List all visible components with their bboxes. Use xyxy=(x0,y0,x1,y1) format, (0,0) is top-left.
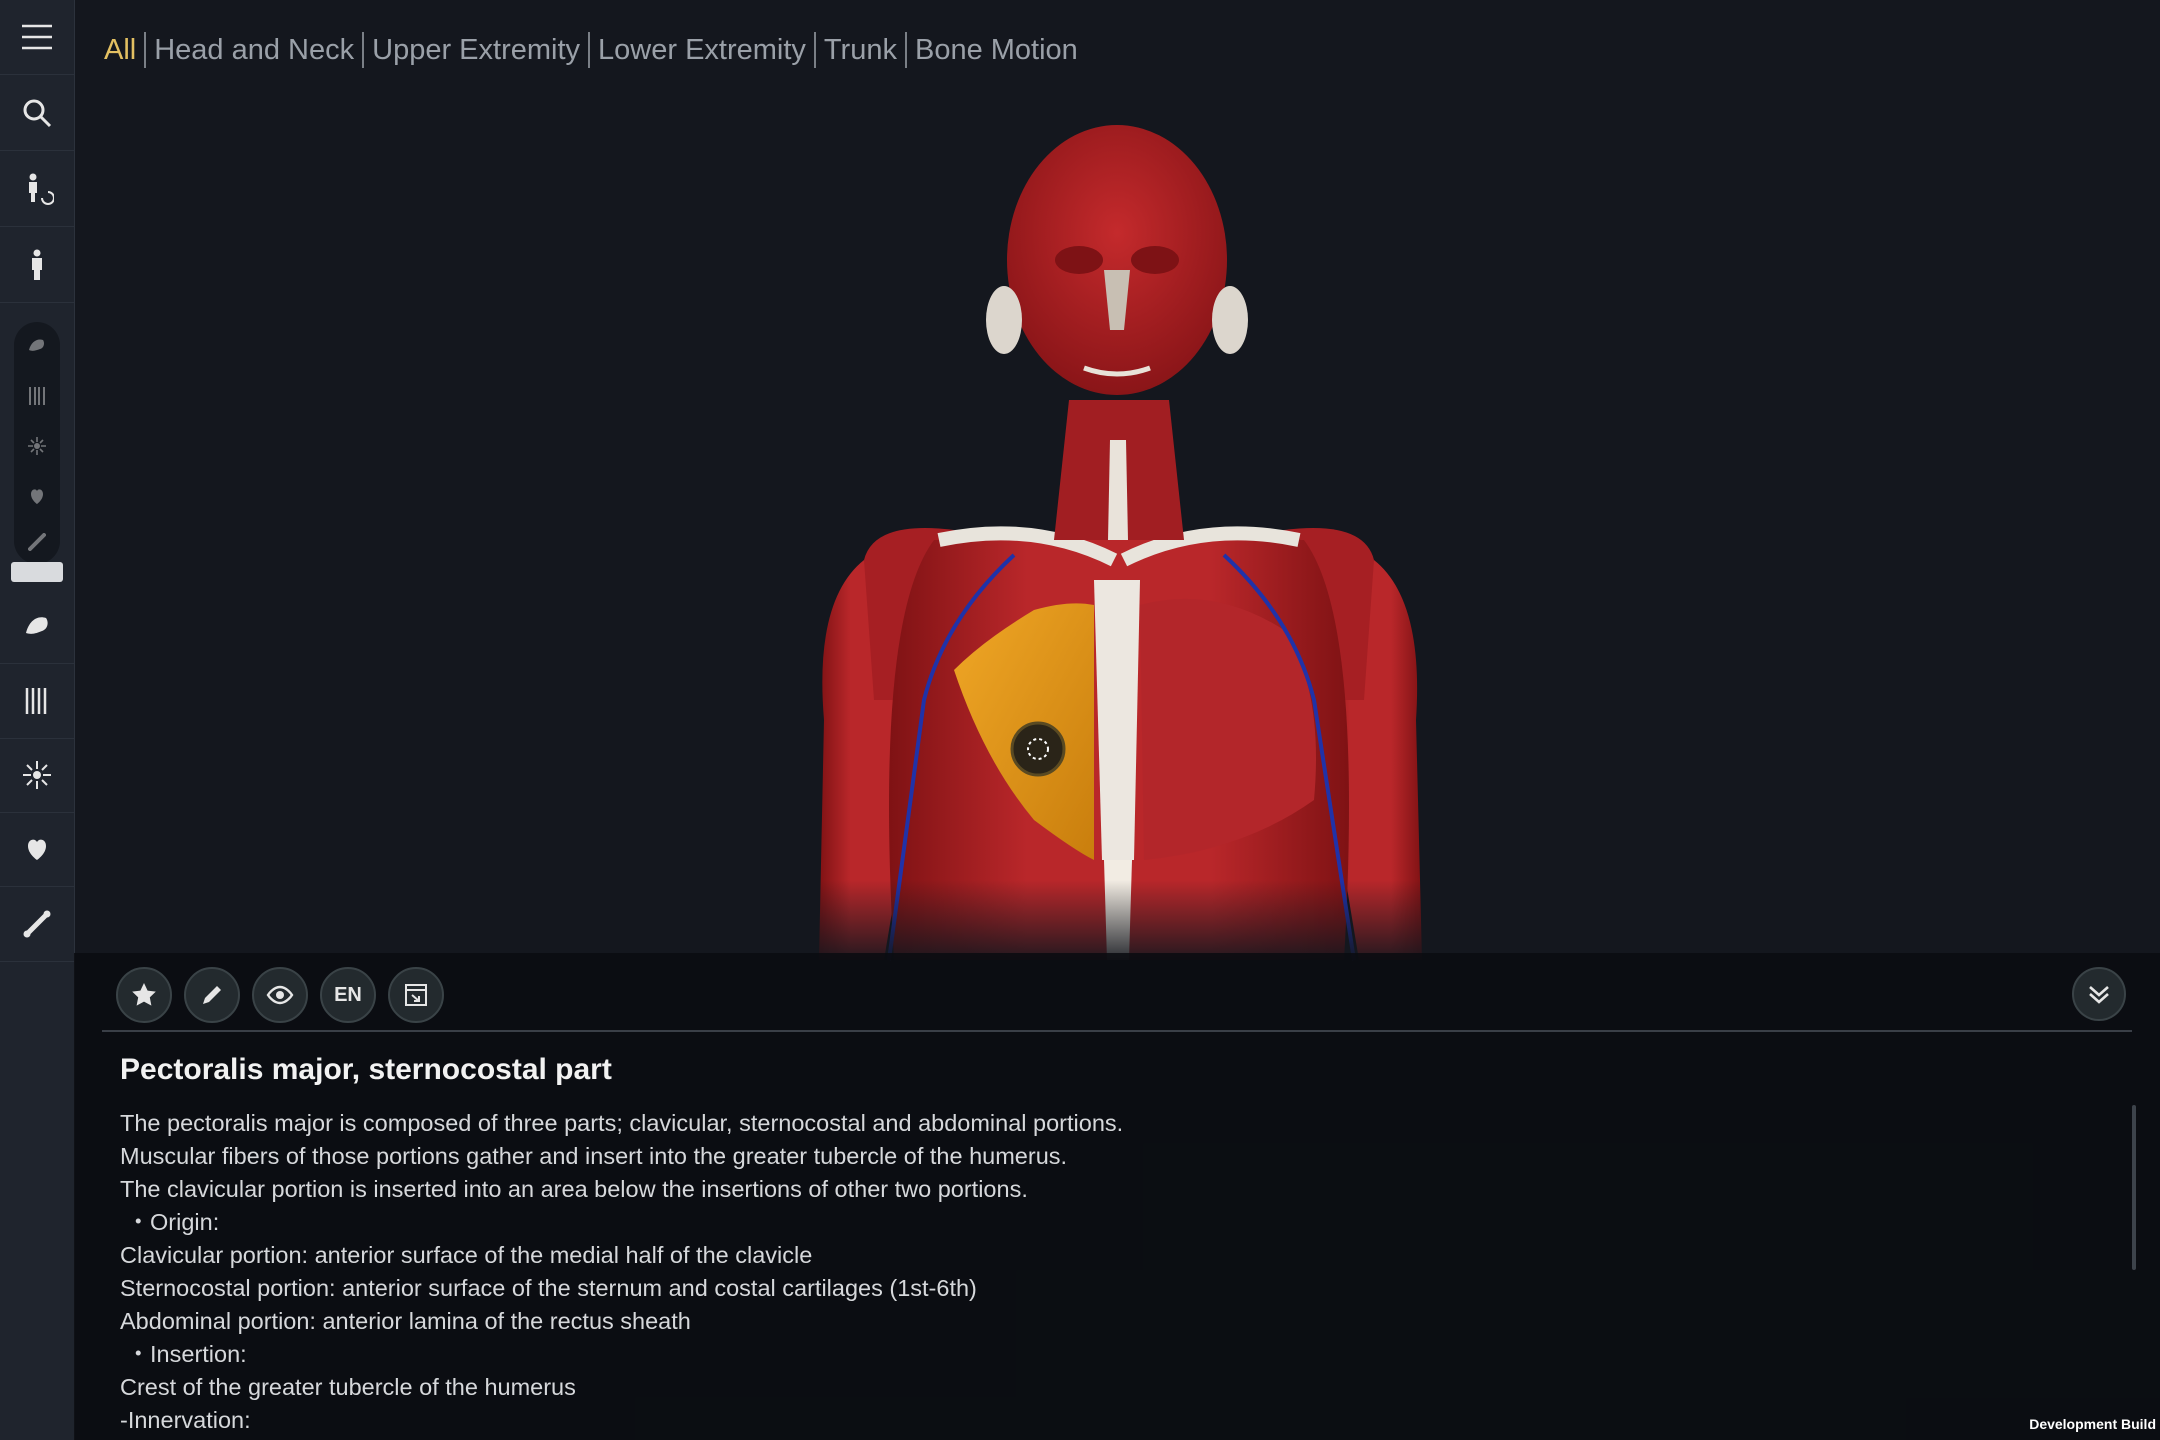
double-chevron-down-icon xyxy=(2089,986,2109,1004)
layer-opacity-group xyxy=(14,322,60,564)
collapse-panel-button[interactable] xyxy=(2072,967,2126,1021)
tab-lower-extremity[interactable]: Lower Extremity xyxy=(590,30,814,70)
fascia-layer-button[interactable] xyxy=(0,664,74,739)
insertion-heading: ・Insertion: xyxy=(120,1341,247,1367)
language-button[interactable]: EN xyxy=(320,967,376,1023)
bone-layer-small[interactable] xyxy=(14,522,60,562)
tab-bone-motion[interactable]: Bone Motion xyxy=(907,30,1086,70)
muscle-icon xyxy=(29,339,44,351)
tab-head-and-neck[interactable]: Head and Neck xyxy=(146,30,362,70)
origin-heading: ・Origin: xyxy=(120,1209,220,1235)
description-line: Muscular fibers of those portions gather… xyxy=(120,1143,1068,1169)
fascia-icon xyxy=(29,387,45,405)
standing-body-icon xyxy=(32,249,42,280)
muscle-layer-button[interactable] xyxy=(0,589,74,664)
muscle-icon xyxy=(26,617,48,634)
external-link-button[interactable] xyxy=(388,967,444,1023)
insertion-line: Crest of the greater tubercle of the hum… xyxy=(120,1374,576,1400)
pencil-icon xyxy=(203,986,221,1004)
open-window-icon xyxy=(405,984,427,1006)
origin-line: Clavicular portion: anterior surface of … xyxy=(120,1242,813,1268)
nerve-layer-button[interactable] xyxy=(0,738,74,813)
fascia-layer-small[interactable] xyxy=(14,376,60,416)
right-ear xyxy=(986,286,1022,354)
sternum-bone[interactable] xyxy=(1094,580,1140,860)
innervation-heading: -Innervation: xyxy=(120,1407,251,1433)
panel-divider xyxy=(102,1030,2132,1032)
description-line: The pectoralis major is composed of thre… xyxy=(120,1110,1124,1136)
bone-icon xyxy=(28,533,46,551)
tab-upper-extremity[interactable]: Upper Extremity xyxy=(364,30,588,70)
left-sidebar xyxy=(0,0,75,1440)
favorite-button[interactable] xyxy=(116,967,172,1023)
development-build-label: Development Build xyxy=(2029,1416,2156,1432)
rotate-body-icon xyxy=(29,173,54,205)
star-icon xyxy=(132,983,156,1006)
organ-layer-button[interactable] xyxy=(0,812,74,887)
nerve-icon xyxy=(23,761,51,789)
tab-trunk[interactable]: Trunk xyxy=(816,30,905,70)
description-line: The clavicular portion is inserted into … xyxy=(120,1176,1028,1202)
right-eye-orbit xyxy=(1055,246,1103,274)
search-button[interactable] xyxy=(0,76,74,151)
edit-note-button[interactable] xyxy=(184,967,240,1023)
organ-icon xyxy=(28,839,46,860)
region-tabs: All Head and Neck Upper Extremity Lower … xyxy=(96,28,1086,72)
bone-icon xyxy=(23,910,51,938)
origin-line: Abdominal portion: anterior lamina of th… xyxy=(120,1308,691,1334)
organ-layer-small[interactable] xyxy=(14,476,60,516)
bone-layer-button[interactable] xyxy=(0,887,74,962)
trachea xyxy=(1108,440,1128,540)
info-toolbar: EN xyxy=(116,967,444,1023)
selection-marker-icon[interactable] xyxy=(1010,721,1066,777)
menu-icon xyxy=(22,24,52,50)
nerve-icon xyxy=(28,437,46,455)
nerve-layer-small[interactable] xyxy=(14,426,60,466)
tab-all[interactable]: All xyxy=(96,30,144,70)
full-body-view-button[interactable] xyxy=(0,228,74,303)
structure-title: Pectoralis major, sternocostal part xyxy=(120,1053,612,1086)
visibility-button[interactable] xyxy=(252,967,308,1023)
rotate-model-button[interactable] xyxy=(0,152,74,227)
left-eye-orbit xyxy=(1131,246,1179,274)
fascia-icon xyxy=(25,688,47,714)
menu-button[interactable] xyxy=(0,0,74,75)
search-icon xyxy=(23,99,52,128)
muscle-layer-small[interactable] xyxy=(14,326,60,366)
layer-opacity-slider-handle[interactable] xyxy=(11,562,63,582)
description-scrollbar[interactable] xyxy=(2132,1105,2136,1270)
structure-description: The pectoralis major is composed of thre… xyxy=(120,1107,1123,1437)
left-ear xyxy=(1212,286,1248,354)
eye-icon xyxy=(266,985,294,1005)
origin-line: Sternocostal portion: anterior surface o… xyxy=(120,1275,977,1301)
info-panel: EN Pectoralis major, sternocostal part T… xyxy=(74,953,2160,1440)
head-muscles[interactable] xyxy=(1007,125,1227,395)
organ-icon xyxy=(31,489,43,504)
